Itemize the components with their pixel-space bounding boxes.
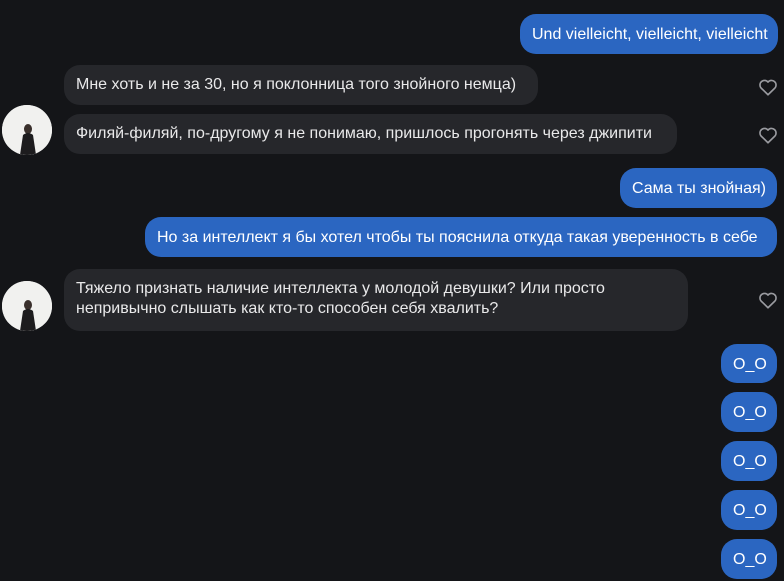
outgoing-message[interactable]: O_O (721, 539, 777, 579)
outgoing-message[interactable]: O_O (721, 441, 777, 481)
message-text-line: Тяжело признать наличие интеллекта у мол… (76, 280, 605, 297)
message-text: Но за интеллект я бы хотел чтобы ты пояс… (157, 229, 758, 246)
message-text-line: непривычно слышать как кто-то способен с… (76, 300, 499, 317)
incoming-message[interactable]: Тяжело признать наличие интеллекта у мол… (64, 269, 688, 331)
message-text: O_O (733, 404, 767, 421)
avatar[interactable] (2, 105, 52, 155)
avatar[interactable] (2, 281, 52, 331)
message-text: O_O (733, 356, 767, 373)
message-text: O_O (733, 551, 767, 568)
outgoing-message[interactable]: O_O (721, 344, 777, 383)
outgoing-message[interactable]: Сама ты знойная) (620, 168, 777, 208)
heart-icon[interactable] (758, 291, 778, 309)
incoming-message[interactable]: Мне хоть и не за 30, но я поклонница тог… (64, 65, 538, 105)
outgoing-message[interactable]: O_O (721, 490, 777, 530)
incoming-message[interactable]: Филяй-филяй, по-другому я не понимаю, пр… (64, 114, 677, 154)
message-text: Сама ты знойная) (632, 180, 766, 197)
heart-icon[interactable] (758, 126, 778, 144)
heart-icon[interactable] (758, 78, 778, 96)
message-text: Мне хоть и не за 30, но я поклонница тог… (76, 76, 517, 93)
outgoing-message[interactable]: Und vielleicht, vielleicht, vielleicht (520, 14, 778, 54)
message-text: O_O (733, 502, 767, 519)
message-text: Филяй-филяй, по-другому я не понимаю, пр… (76, 125, 652, 142)
message-text: O_O (733, 453, 767, 470)
outgoing-message[interactable]: O_O (721, 392, 777, 432)
message-text: Und vielleicht, vielleicht, vielleicht (532, 26, 768, 43)
outgoing-message[interactable]: Но за интеллект я бы хотел чтобы ты пояс… (145, 217, 777, 257)
